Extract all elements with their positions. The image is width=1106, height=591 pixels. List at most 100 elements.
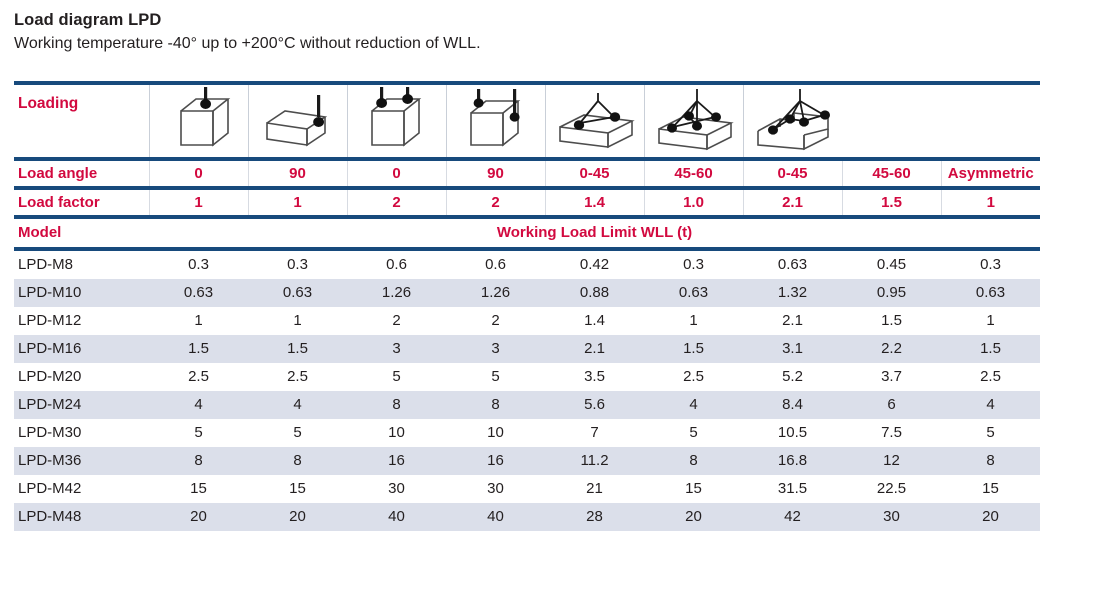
wll-value: 1.5 [644,335,743,363]
wll-value: 2.5 [188,368,209,385]
wll-value: 8 [644,447,743,475]
wll-value: 0.6 [485,256,506,273]
wll-value: 28 [545,503,644,531]
icon-cell-7 [742,85,842,157]
wll-value: 16 [347,447,446,475]
table-row: LPD-M36 8 8 16 16 11.2 8 16.8 12 8 [14,447,1040,475]
model-label: Model [18,224,62,241]
page-title: Load diagram LPD [14,11,162,29]
wll-value: 20 [941,503,1040,531]
wll-value: 2.2 [842,335,941,363]
wll-value: 0.42 [579,256,610,273]
table-row: LPD-M30 5 5 10 10 7 5 10.5 7.5 5 [14,419,1040,447]
wll-value: 0.3 [287,256,308,273]
wll-value: 30 [842,503,941,531]
wll-value: 2 [491,312,500,329]
wll-value: 2.5 [683,368,704,385]
wll-value: 3.1 [743,335,842,363]
model-name: LPD-M16 [14,335,149,363]
model-name: LPD-M30 [18,424,82,441]
load-diagram-table: Loading Load angle 0 90 0 90 0-45 45-60 … [14,81,1040,531]
load-factor-value: 1.0 [643,190,743,215]
icon-cell-2 [247,85,347,157]
wll-value: 4 [149,391,248,419]
wll-value: 8 [248,447,347,475]
wll-value: 2.5 [287,368,308,385]
wll-value: 1 [194,312,203,329]
load-diagram-page: Load diagram LPD Working temperature -40… [0,0,1106,591]
wll-value: 5 [491,368,500,385]
model-name: LPD-M8 [18,256,74,273]
load-angle-value: Asymmetric [940,161,1040,186]
load-angle-value: 45-60 [643,161,743,186]
wll-value: 40 [446,503,545,531]
wll-value: 5.2 [782,368,803,385]
load-angle-value: 0-45 [544,161,644,186]
wll-value: 0.63 [777,256,808,273]
load-angle-label: Load angle [18,165,98,182]
icon-cell-4 [445,85,545,157]
wll-value: 40 [347,503,446,531]
load-factor-value: 1 [247,190,347,215]
load-angle-row: Load angle 0 90 0 90 0-45 45-60 0-45 45-… [14,161,1040,186]
icon-cell-5 [544,85,644,157]
wll-value: 3 [347,335,446,363]
wll-value: 10 [487,424,504,441]
wll-header-label: Working Load Limit WLL (t) [496,224,693,241]
wll-value: 2 [392,312,401,329]
wll-value: 6 [842,391,941,419]
wll-value: 1.26 [347,279,446,307]
wll-value: 5 [392,368,401,385]
load-angle-value: 0 [346,161,446,186]
wll-value: 8 [149,447,248,475]
loading-icons-row: Loading [14,85,1040,157]
table-row: LPD-M48 20 20 40 40 28 20 42 30 20 [14,503,1040,531]
wll-value: 1.32 [743,279,842,307]
wll-value: 15 [190,480,207,497]
wll-value: 8 [347,391,446,419]
wll-value: 16 [446,447,545,475]
wll-value: 0.45 [876,256,907,273]
wll-value: 8.4 [743,391,842,419]
wll-value: 16.8 [743,447,842,475]
model-wll-header-row: Model Working Load Limit WLL (t) [14,219,1040,247]
wll-value: 0.95 [842,279,941,307]
wll-value: 0.3 [683,256,704,273]
single-leg-vertical-cube-icon [156,86,242,151]
wll-value: 12 [842,447,941,475]
wll-value: 0.63 [149,279,248,307]
wll-value: 0.6 [386,256,407,273]
table-row: LPD-M10 0.63 0.63 1.26 1.26 0.88 0.63 1.… [14,279,1040,307]
table-row: LPD-M42 15 15 30 30 21 15 31.5 22.5 15 [14,475,1040,503]
load-factor-row: Load factor 1 1 2 2 1.4 1.0 2.1 1.5 1 [14,190,1040,215]
two-leg-vertical-cube-icon [354,86,440,151]
single-leg-side-pull-flat-box-icon [255,87,341,151]
two-leg-side-pull-cube-icon [453,87,539,151]
wll-value: 30 [388,480,405,497]
wll-value: 5 [293,424,302,441]
wll-value: 1.5 [941,335,1040,363]
wll-value: 2.5 [980,368,1001,385]
wll-value: 15 [289,480,306,497]
wll-value: 7.5 [881,424,902,441]
wll-value: 0.63 [941,279,1040,307]
load-angle-value: 0-45 [742,161,842,186]
wll-value: 8 [941,447,1040,475]
wll-value: 11.2 [545,447,644,475]
wll-value: 20 [644,503,743,531]
wll-value: 22.5 [876,480,907,497]
loading-header-cell: Loading [14,85,149,157]
wll-value: 20 [248,503,347,531]
load-factor-value: 1.4 [544,190,644,215]
wll-value: 1.5 [248,335,347,363]
load-factor-value: 2.1 [742,190,842,215]
table-row: LPD-M8 0.3 0.3 0.6 0.6 0.42 0.3 0.63 0.4… [14,251,1040,279]
model-name: LPD-M20 [18,368,82,385]
load-factor-value: 2 [346,190,446,215]
table-row: LPD-M24 4 4 8 8 5.6 4 8.4 6 4 [14,391,1040,419]
wll-value: 3.5 [584,368,605,385]
model-name: LPD-M36 [14,447,149,475]
load-factor-label: Load factor [18,194,100,211]
wll-value: 15 [685,480,702,497]
page-subtitle: Working temperature -40° up to +200°C wi… [14,34,481,52]
